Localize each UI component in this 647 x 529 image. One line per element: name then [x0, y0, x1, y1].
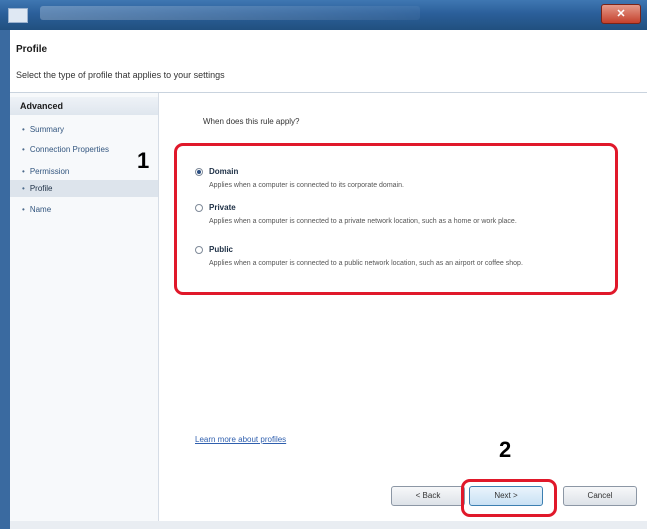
learn-more-link[interactable]: Learn more about profiles	[195, 435, 286, 444]
sidebar-item-label: Name	[29, 205, 52, 214]
close-button[interactable]: ✕	[601, 4, 641, 24]
back-button[interactable]: < Back	[391, 486, 465, 506]
title-bar-glass	[40, 6, 420, 20]
step-bullet-icon: •	[22, 167, 25, 176]
page-title: Profile	[16, 44, 48, 55]
cancel-button[interactable]: Cancel	[563, 486, 637, 506]
window-frame-left	[0, 30, 10, 529]
sidebar-item-connection-properties[interactable]: • Connection Properties	[10, 141, 158, 158]
page-subtitle: Select the type of profile that applies …	[16, 70, 225, 80]
question-text: When does this rule apply?	[203, 117, 300, 126]
step-bullet-icon: •	[22, 205, 25, 214]
window-title-bar: ✕	[0, 0, 647, 30]
window-frame-bottom	[10, 521, 647, 529]
callout-number-1: 1	[137, 148, 150, 173]
step-bullet-icon: •	[22, 145, 25, 154]
sidebar-item-permission[interactable]: • Permission	[10, 163, 158, 180]
callout-number-2: 2	[499, 437, 512, 462]
sidebar-item-label: Connection Properties	[29, 145, 109, 154]
sidebar-item-profile[interactable]: • Profile	[10, 180, 158, 197]
callout-highlight-next-button	[461, 479, 557, 517]
sidebar-item-label: Profile	[29, 184, 53, 193]
sidebar-item-label: Permission	[29, 167, 70, 176]
step-bullet-icon: •	[22, 184, 25, 193]
callout-highlight-options	[174, 143, 618, 295]
sidebar-item-summary[interactable]: • Summary	[10, 121, 158, 138]
sidebar-item-label: Summary	[29, 125, 65, 134]
step-bullet-icon: •	[22, 125, 25, 134]
sidebar-heading: Advanced	[10, 97, 158, 115]
wizard-header: Profile Select the type of profile that …	[0, 30, 647, 93]
app-icon	[8, 8, 28, 23]
sidebar-item-name[interactable]: • Name	[10, 201, 158, 218]
